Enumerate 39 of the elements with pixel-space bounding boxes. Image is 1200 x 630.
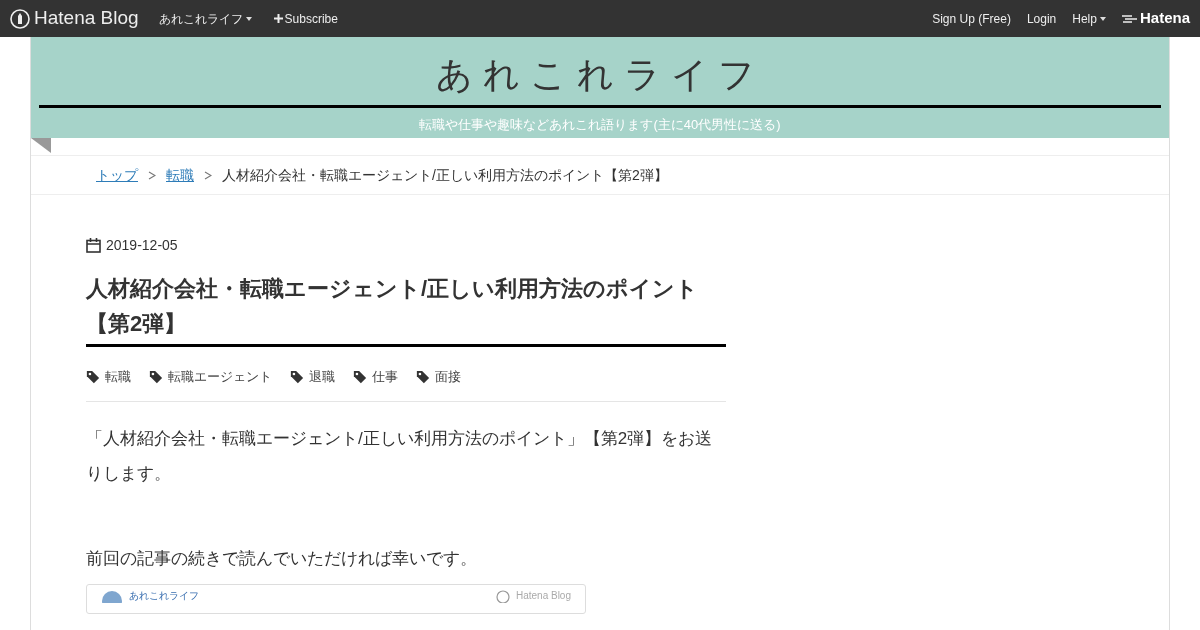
article-paragraph: 前回の記事の続きで読んでいただければ幸いです。 <box>86 547 478 570</box>
chevron-icon <box>204 170 212 180</box>
embed-service: Hatena Blog <box>515 589 571 602</box>
breadcrumb-link[interactable]: トップ <box>96 164 138 186</box>
article-paragraph: 「人材紹介会社・転職エージェント/正しい利用方法のポイント」【第2弾】をお送りします。 <box>86 427 714 485</box>
breadcrumb-link[interactable]: 転職 <box>166 164 194 186</box>
article-tag[interactable]: 転職エージェント <box>149 367 272 387</box>
hatena-blog-logo[interactable]: Hatena Blog <box>34 4 139 33</box>
blog-avatar-icon <box>101 589 123 603</box>
breadcrumb-current: 人材紹介会社・転職エージェント/正しい利用方法のポイント【第2弾】 <box>222 165 668 185</box>
article-title: 人材紹介会社・転職エージェント/正しい利用方法のポイント【第2弾】 <box>86 275 700 338</box>
article-tag[interactable]: 面接 <box>416 367 461 387</box>
blog-title[interactable]: あれこれライフ <box>435 37 765 105</box>
blog-menu[interactable]: あれこれライフ <box>158 9 252 28</box>
topbar-link[interactable]: Sign Up (Free) <box>932 9 1011 28</box>
tag-icon <box>290 369 304 384</box>
hatena-brand: Hatena <box>1139 8 1190 29</box>
tag-icon <box>416 369 430 384</box>
tag-icon <box>149 369 163 384</box>
pen-logo-icon <box>10 8 30 29</box>
fold-corner-icon <box>31 138 51 153</box>
tag-icon <box>86 369 100 384</box>
help-menu[interactable]: Help <box>1072 9 1106 28</box>
topbar-link[interactable]: Login <box>1026 9 1057 28</box>
post-date: 2019-12-05 <box>106 236 178 255</box>
embed-blog-name[interactable]: あれこれライフ <box>129 589 199 602</box>
hatena-logo-icon <box>1121 13 1138 24</box>
tag-icon <box>353 369 367 384</box>
hatena-blog-logo-icon <box>495 589 510 603</box>
plus-icon <box>273 14 283 23</box>
blog-tagline: 転職や仕事や趣味などあれこれ語ります(主に40代男性に送る) <box>419 116 781 134</box>
calendar-icon <box>86 238 101 253</box>
chevron-icon <box>148 170 156 180</box>
caret-icon <box>245 16 252 21</box>
caret-icon <box>1099 16 1106 21</box>
article-tag[interactable]: 仕事 <box>353 367 398 387</box>
article-tag[interactable]: 転職 <box>86 367 131 387</box>
article-tag[interactable]: 退職 <box>290 367 335 387</box>
subscribe-button[interactable]: Subscribe <box>273 9 338 28</box>
